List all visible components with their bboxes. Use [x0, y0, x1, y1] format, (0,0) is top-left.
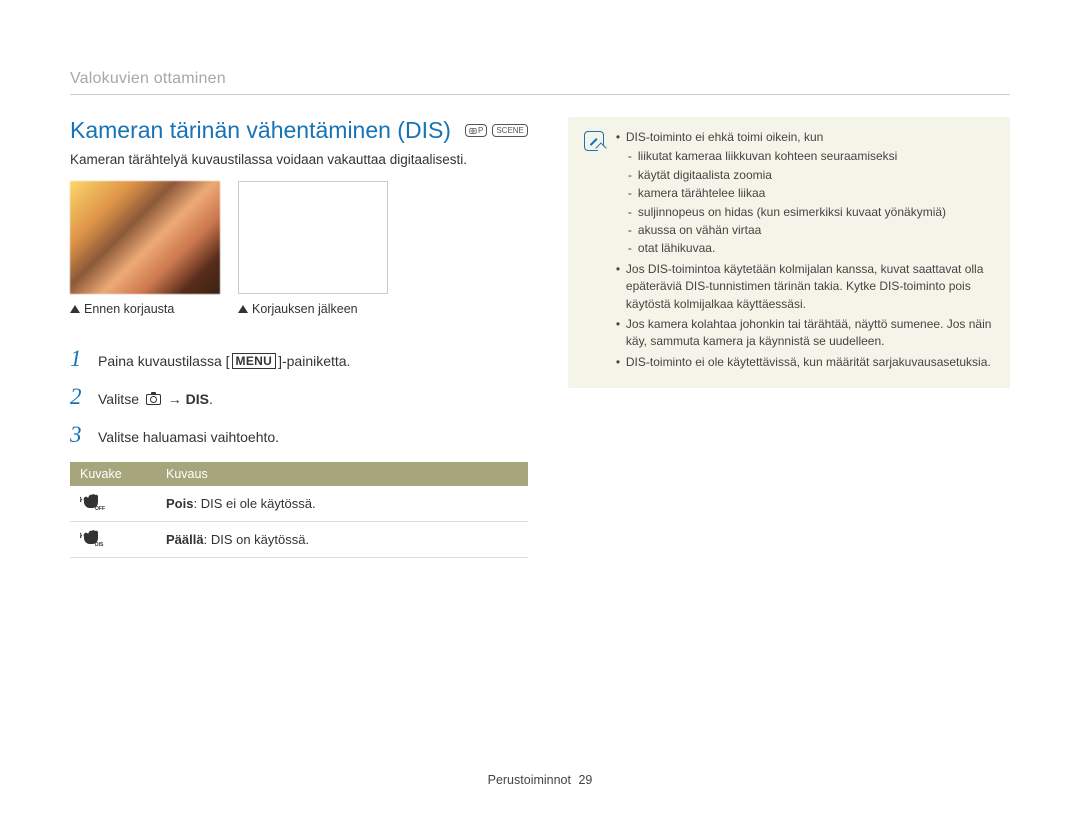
dis-on-icon: DIS: [80, 529, 106, 547]
divider: [70, 94, 1010, 95]
caption-before: Ennen korjausta: [70, 302, 220, 316]
page-title: Kameran tärinän vähentäminen (DIS) P SCE…: [70, 117, 528, 144]
svg-text:OFF: OFF: [95, 506, 105, 511]
steps-list: 1 Paina kuvaustilassa [MENU]-painiketta.…: [70, 346, 528, 448]
mode-program-icon: P: [465, 124, 487, 137]
note-subitem: akussa on vähän virtaa: [626, 222, 994, 239]
step-3: 3 Valitse haluamasi vaihtoehto.: [70, 422, 528, 448]
triangle-up-icon: [238, 305, 248, 313]
mode-scene-icon: SCENE: [492, 124, 528, 137]
table-header-icon: Kuvake: [70, 462, 156, 486]
table-row: OFF Pois: DIS ei ole käytössä.: [70, 486, 528, 522]
note-subitem: suljinnopeus on hidas (kun esimerkiksi k…: [626, 204, 994, 221]
options-table: Kuvake Kuvaus OFF Pois: DIS ei ole käytö…: [70, 462, 528, 558]
note-item: Jos DIS-toimintoa käytetään kolmijalan k…: [616, 261, 994, 313]
triangle-up-icon: [70, 305, 80, 313]
caption-after: Korjauksen jälkeen: [238, 302, 388, 316]
note-subitem: käytät digitaalista zoomia: [626, 167, 994, 184]
menu-button-icon: MENU: [232, 353, 277, 369]
note-content: DIS-toiminto ei ehkä toimi oikein, kun l…: [616, 129, 994, 374]
note-box: DIS-toiminto ei ehkä toimi oikein, kun l…: [568, 117, 1010, 388]
note-subitem: liikutat kameraa liikkuvan kohteen seura…: [626, 148, 994, 165]
title-text: Kameran tärinän vähentäminen (DIS): [70, 117, 451, 144]
note-subitem: otat lähikuvaa.: [626, 240, 994, 257]
step-2: 2 Valitse → DIS.: [70, 384, 528, 410]
note-item: Jos kamera kolahtaa johonkin tai tärähtä…: [616, 316, 994, 351]
step-number: 2: [70, 384, 84, 410]
step-number: 1: [70, 346, 84, 372]
svg-text:DIS: DIS: [95, 542, 104, 547]
step-1: 1 Paina kuvaustilassa [MENU]-painiketta.: [70, 346, 528, 372]
page-footer: Perustoiminnot 29: [0, 773, 1080, 787]
camera-icon: [146, 394, 161, 405]
note-item: DIS-toiminto ei ole käytettävissä, kun m…: [616, 354, 994, 371]
note-icon: [584, 131, 604, 151]
intro-text: Kameran tärähtelyä kuvaustilassa voidaan…: [70, 152, 528, 167]
dis-off-icon: OFF: [80, 493, 106, 511]
table-row: DIS Päällä: DIS on käytössä.: [70, 522, 528, 558]
photo-after: [238, 181, 388, 294]
photo-before: [70, 181, 220, 294]
table-header-desc: Kuvaus: [156, 462, 528, 486]
step-number: 3: [70, 422, 84, 448]
note-item: DIS-toiminto ei ehkä toimi oikein, kun l…: [616, 129, 994, 258]
breadcrumb: Valokuvien ottaminen: [70, 70, 1010, 88]
note-subitem: kamera tärähtelee liikaa: [626, 185, 994, 202]
